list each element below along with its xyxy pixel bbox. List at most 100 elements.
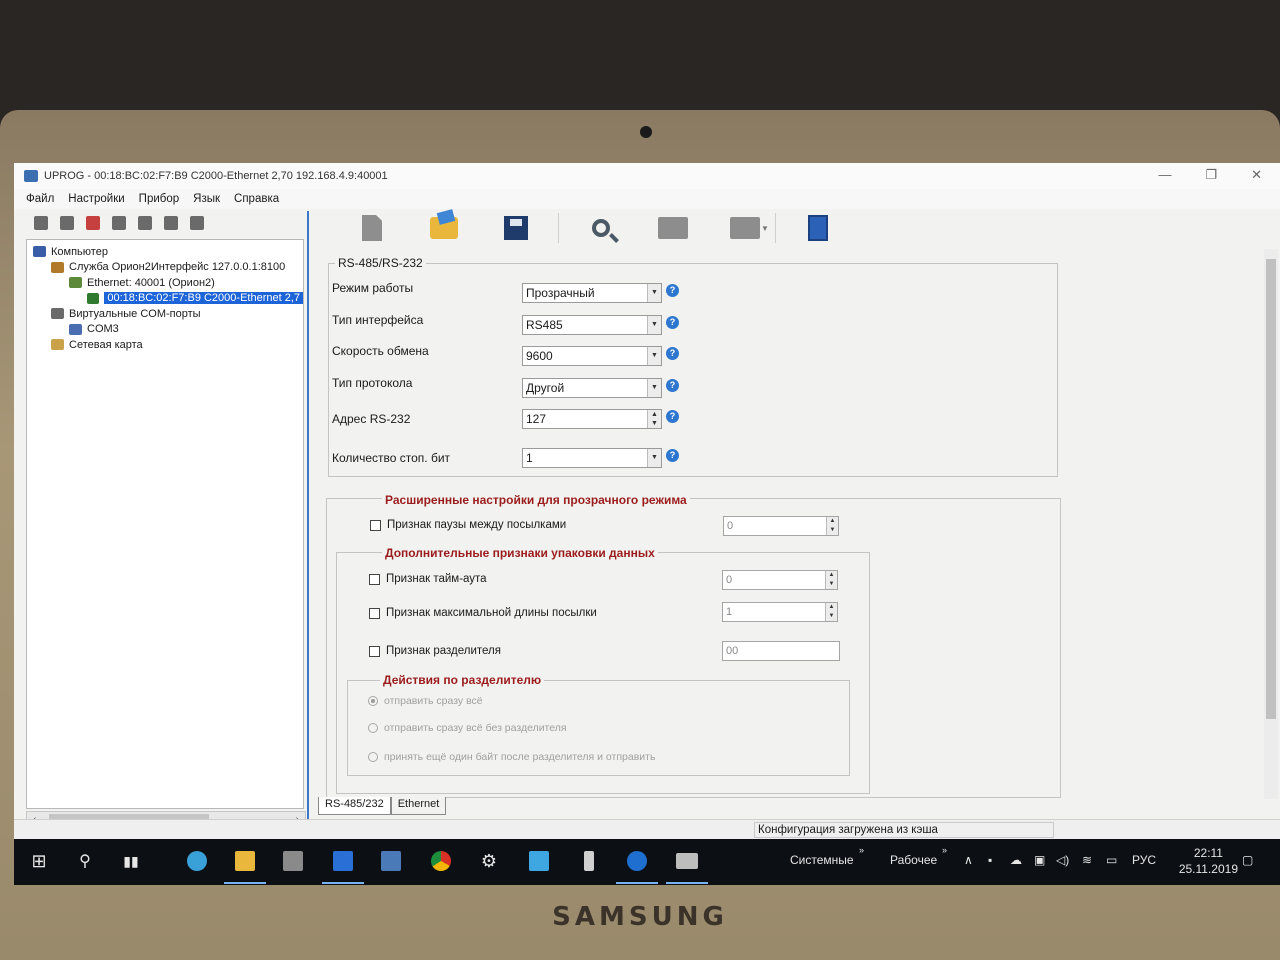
taskbar-app[interactable] (666, 848, 708, 884)
taskbar-app[interactable] (224, 848, 266, 884)
radio-button[interactable] (368, 723, 378, 733)
tree-item[interactable]: Ethernet: 40001 (Орион2) (27, 275, 303, 291)
chevron-down-icon[interactable]: ▼ (647, 284, 661, 302)
gear-icon[interactable] (190, 216, 204, 230)
stepper-arrows-icon[interactable]: ▲ ▼ (647, 410, 661, 428)
taskbar-app[interactable] (280, 848, 306, 874)
radio-button[interactable] (368, 752, 378, 762)
chevron-down-icon[interactable]: ▼ (647, 449, 661, 467)
chevron-up-icon[interactable]: ∧ (964, 853, 973, 867)
pause-checkbox-row[interactable]: Признак паузы между посылками (370, 519, 566, 531)
tree-item[interactable]: 00:18:BC:02:F7:B9 C2000-Ethernet 2,7 (27, 291, 303, 307)
separator-input[interactable]: 00 (722, 641, 840, 661)
pause-checkbox[interactable] (370, 519, 381, 531)
display-icon[interactable]: ▭ (1106, 853, 1117, 867)
new-button[interactable] (336, 211, 408, 245)
taskbar-app[interactable] (576, 848, 602, 874)
open-button[interactable] (408, 211, 480, 245)
stepper-arrows-icon[interactable]: ▲ ▼ (826, 517, 838, 535)
baud-rate-select[interactable]: 9600 ▼ (522, 346, 662, 366)
help-icon[interactable]: ? (666, 316, 679, 329)
menu-file[interactable]: Файл (26, 193, 54, 205)
chevron-down-icon[interactable]: ▼ (647, 379, 661, 397)
tree-item[interactable]: COM3 (27, 322, 303, 338)
menu-device[interactable]: Прибор (139, 193, 179, 205)
help-icon[interactable]: ? (666, 449, 679, 462)
pause-stepper[interactable]: 0 ▲ ▼ (723, 516, 839, 536)
help-icon[interactable]: ? (666, 379, 679, 392)
wifi-icon[interactable]: ≋ (1082, 853, 1092, 867)
menu-settings[interactable]: Настройки (68, 193, 124, 205)
task-view-button[interactable]: ▮▮ (118, 848, 144, 874)
help-icon[interactable]: ? (666, 284, 679, 297)
action-radio-send-all[interactable]: отправить сразу всё (368, 695, 483, 707)
chevron-down-icon[interactable]: ▼ (761, 224, 769, 233)
read-config-button[interactable] (637, 211, 709, 245)
save-button[interactable] (480, 211, 552, 245)
content-vertical-scrollbar[interactable] (1264, 249, 1278, 799)
help-icon[interactable]: ? (666, 410, 679, 423)
timeout-stepper[interactable]: 0 ▲ ▼ (722, 570, 838, 590)
timeout-checkbox-row[interactable]: Признак тайм-аута (369, 573, 487, 585)
toolbar-system[interactable]: Системные (790, 853, 854, 867)
protocol-select[interactable]: Другой ▼ (522, 378, 662, 398)
volume-icon[interactable]: ◁) (1056, 853, 1069, 867)
taskbar-app[interactable] (428, 848, 454, 874)
taskbar-app[interactable]: ⚙ (476, 848, 502, 874)
menu-language[interactable]: Язык (193, 193, 220, 205)
toolbar-desktop[interactable]: Рабочее (890, 853, 937, 867)
notifications-icon[interactable]: ▢ (1242, 853, 1253, 867)
delete-icon[interactable] (86, 216, 100, 230)
write-config-button[interactable] (709, 211, 781, 245)
taskbar-app[interactable] (322, 848, 364, 884)
tray-app-icon[interactable]: ▪ (988, 853, 992, 867)
taskbar-app[interactable] (526, 848, 552, 874)
radio-button[interactable] (368, 696, 378, 706)
tree-item[interactable]: Сетевая карта (27, 337, 303, 353)
stepper-arrows-icon[interactable]: ▲ ▼ (825, 571, 837, 589)
maximize-icon[interactable]: ❐ (1205, 167, 1217, 183)
cloud-icon[interactable]: ☁ (1010, 853, 1022, 867)
start-button[interactable]: ⊞ (26, 848, 52, 874)
scroll-thumb[interactable] (1266, 259, 1276, 719)
search-button[interactable] (565, 211, 637, 245)
connect-icon[interactable] (34, 216, 48, 230)
taskbar-clock[interactable]: 22:11 25.11.2019 (1179, 845, 1238, 877)
menu-help[interactable]: Справка (234, 193, 279, 205)
stepper-arrows-icon[interactable]: ▲ ▼ (825, 603, 837, 621)
taskbar-app[interactable] (378, 848, 404, 874)
mode-select[interactable]: Прозрачный ▼ (522, 283, 662, 303)
help-icon[interactable]: ? (666, 347, 679, 360)
chevron-down-icon[interactable]: ▼ (647, 347, 661, 365)
taskbar-app[interactable] (184, 848, 210, 874)
tab-ethernet[interactable]: Ethernet (390, 797, 447, 815)
stop-bits-select[interactable]: 1 ▼ (522, 448, 662, 468)
taskbar-app[interactable] (616, 848, 658, 884)
maxlen-checkbox-row[interactable]: Признак максимальной длины посылки (369, 607, 597, 619)
timeout-checkbox[interactable] (369, 573, 380, 585)
chevron-right-icon[interactable]: » (942, 845, 947, 855)
rs232-address-stepper[interactable]: 127 ▲ ▼ (522, 409, 662, 429)
separator-checkbox[interactable] (369, 645, 380, 657)
language-indicator[interactable]: РУС (1132, 853, 1156, 867)
disconnect-icon[interactable] (60, 216, 74, 230)
upload-icon[interactable] (138, 216, 152, 230)
separator-checkbox-row[interactable]: Признак разделителя (369, 645, 501, 657)
chevron-down-icon[interactable]: ▼ (647, 316, 661, 334)
search-button[interactable]: ⚲ (72, 848, 98, 874)
tree-item[interactable]: Компьютер (27, 244, 303, 260)
tree-item[interactable]: Виртуальные COM-порты (27, 306, 303, 322)
chevron-right-icon[interactable]: » (859, 845, 864, 855)
minimize-icon[interactable]: — (1158, 167, 1171, 183)
maxlen-checkbox[interactable] (369, 607, 380, 619)
tab-rs485[interactable]: RS-485/232 (318, 797, 391, 815)
scan-icon[interactable] (112, 216, 126, 230)
tray-device-icon[interactable]: ▣ (1034, 853, 1045, 867)
maxlen-stepper[interactable]: 1 ▲ ▼ (722, 602, 838, 622)
action-radio-send-without-separator[interactable]: отправить сразу всё без разделителя (368, 722, 567, 734)
interface-select[interactable]: RS485 ▼ (522, 315, 662, 335)
action-radio-receive-one-more[interactable]: принять ещё один байт после разделителя … (368, 751, 655, 763)
close-icon[interactable]: ✕ (1251, 167, 1262, 183)
report-button[interactable] (782, 211, 854, 245)
settings-icon[interactable] (164, 216, 178, 230)
